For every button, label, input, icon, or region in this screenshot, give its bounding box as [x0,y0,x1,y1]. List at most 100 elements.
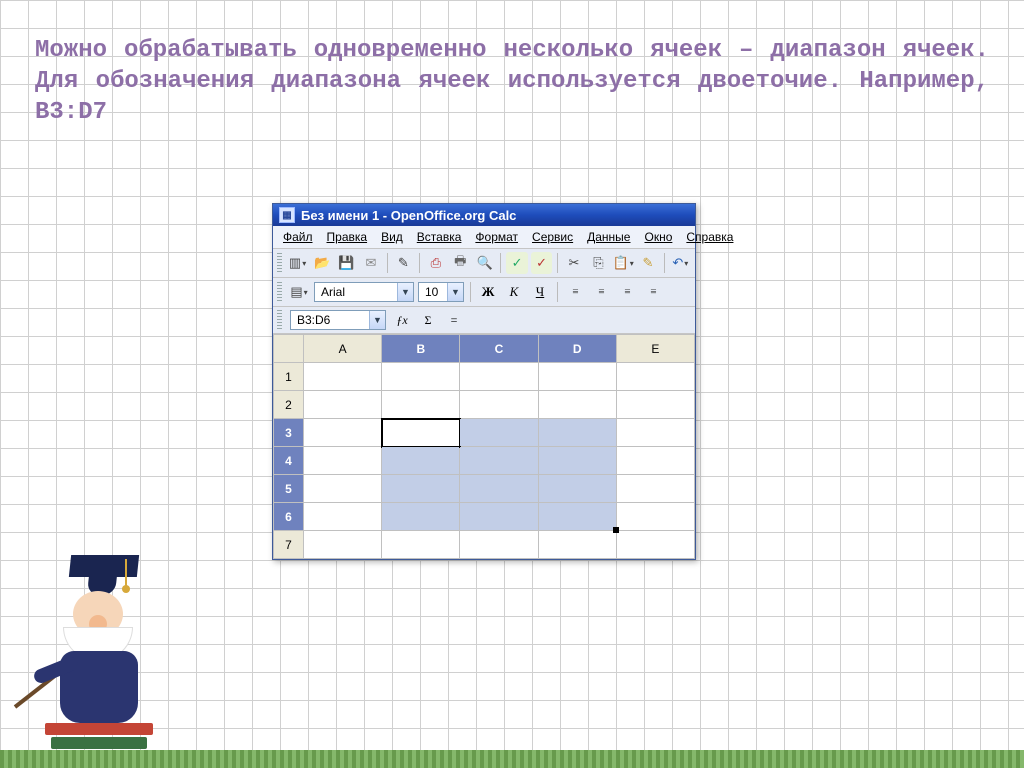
cell-d6[interactable] [538,503,616,531]
copy-button[interactable]: ⎘ [588,252,609,274]
cell[interactable] [538,391,616,419]
italic-button[interactable]: К [503,281,525,303]
row-head-1[interactable]: 1 [274,363,304,391]
col-head-e[interactable]: E [616,335,694,363]
cell[interactable] [460,503,538,531]
cell[interactable] [538,363,616,391]
underline-button[interactable]: Ч [529,281,551,303]
cell[interactable] [304,447,382,475]
cell[interactable] [616,447,694,475]
font-name-combo[interactable]: Arial ▼ [314,282,414,302]
name-box[interactable]: B3:D6 ▼ [290,310,386,330]
menu-data[interactable]: Данные [581,228,636,246]
menu-tools[interactable]: Сервис [526,228,579,246]
cell[interactable] [382,503,460,531]
menu-window[interactable]: Окно [638,228,678,246]
cut-button[interactable]: ✂ [563,252,584,274]
menu-insert[interactable]: Вставка [411,228,468,246]
chevron-down-icon[interactable]: ▼ [369,311,385,329]
row-head-4[interactable]: 4 [274,447,304,475]
cell[interactable] [616,475,694,503]
cell[interactable] [304,363,382,391]
separator [419,253,420,273]
col-head-a[interactable]: A [304,335,382,363]
menu-view[interactable]: Вид [375,228,409,246]
format-paint-button[interactable]: ✎ [637,252,658,274]
cell[interactable] [460,419,538,447]
cell[interactable] [538,531,616,559]
align-justify-button[interactable]: ≡ [642,281,664,303]
align-left-button[interactable]: ≡ [564,281,586,303]
cell[interactable] [616,419,694,447]
col-head-d[interactable]: D [538,335,616,363]
cell[interactable] [304,475,382,503]
cell[interactable] [304,503,382,531]
cell[interactable] [616,391,694,419]
toolbar-handle[interactable] [277,253,282,273]
col-head-c[interactable]: C [460,335,538,363]
cell[interactable] [616,363,694,391]
cell[interactable] [538,447,616,475]
autospell-button[interactable]: ✓ [531,252,552,274]
undo-button[interactable]: ↶ [670,252,691,274]
openoffice-calc-window: ▦ Без имени 1 - OpenOffice.org Calc Файл… [272,203,696,560]
active-cell-b3[interactable] [382,419,460,447]
row-head-7[interactable]: 7 [274,531,304,559]
title-bar: ▦ Без имени 1 - OpenOffice.org Calc [273,204,695,226]
cell[interactable] [382,363,460,391]
chevron-down-icon[interactable]: ▼ [397,283,413,301]
cell[interactable] [304,419,382,447]
cell[interactable] [538,419,616,447]
bold-button[interactable]: Ж [477,281,499,303]
cell[interactable] [616,503,694,531]
format-toolbar: ▤ Arial ▼ 10 ▼ Ж К Ч ≡ ≡ ≡ ≡ [273,278,695,307]
row-head-3[interactable]: 3 [274,419,304,447]
menu-format[interactable]: Формат [469,228,524,246]
chevron-down-icon[interactable]: ▼ [447,283,463,301]
print-button[interactable]: 🖶 [450,252,471,274]
styles-button[interactable]: ▤ [288,281,310,303]
col-head-b[interactable]: B [382,335,460,363]
formula-bar: B3:D6 ▼ ƒx Σ = [273,307,695,334]
open-button[interactable]: 📂 [311,252,332,274]
toolbar-handle[interactable] [277,310,282,330]
cell[interactable] [304,391,382,419]
align-center-button[interactable]: ≡ [590,281,612,303]
fx-button[interactable]: ƒx [392,310,412,330]
paste-button[interactable]: 📋 [612,252,634,274]
menu-bar: Файл Правка Вид Вставка Формат Сервис Да… [273,226,695,249]
cell[interactable] [460,391,538,419]
save-button[interactable]: 💾 [336,252,357,274]
spreadsheet-grid[interactable]: A B C D E 1 2 3 4 [273,334,695,559]
cell[interactable] [538,475,616,503]
align-right-button[interactable]: ≡ [616,281,638,303]
cell[interactable] [460,475,538,503]
row-head-6[interactable]: 6 [274,503,304,531]
preview-button[interactable]: 🔍 [474,252,495,274]
cell[interactable] [382,447,460,475]
cell[interactable] [382,391,460,419]
menu-edit[interactable]: Правка [321,228,374,246]
spellcheck-button[interactable]: ✓ [506,252,527,274]
cell[interactable] [460,447,538,475]
select-all-corner[interactable] [274,335,304,363]
menu-help[interactable]: Справка [680,228,739,246]
cell[interactable] [460,531,538,559]
menu-file[interactable]: Файл [277,228,319,246]
cell[interactable] [304,531,382,559]
email-button[interactable]: ✉ [360,252,381,274]
cell[interactable] [382,531,460,559]
equals-button[interactable]: = [444,310,464,330]
toolbar-handle[interactable] [277,282,282,302]
cell[interactable] [460,363,538,391]
cell[interactable] [616,531,694,559]
app-icon: ▦ [279,207,295,223]
export-pdf-button[interactable]: ⎙ [425,252,446,274]
cell[interactable] [382,475,460,503]
row-head-5[interactable]: 5 [274,475,304,503]
edit-file-button[interactable]: ✎ [393,252,414,274]
new-doc-button[interactable]: ▥ [287,252,308,274]
font-size-combo[interactable]: 10 ▼ [418,282,464,302]
row-head-2[interactable]: 2 [274,391,304,419]
sum-button[interactable]: Σ [418,310,438,330]
